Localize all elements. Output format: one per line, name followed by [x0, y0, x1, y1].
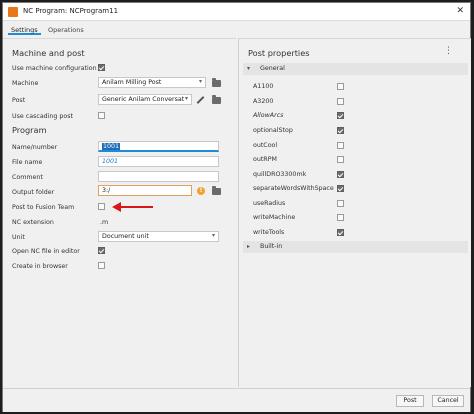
title-bar: NC Program: NCProgram11 ✕: [3, 3, 470, 21]
output-folder-input[interactable]: 3:/: [98, 185, 192, 196]
post-button[interactable]: Post: [396, 395, 424, 407]
chevron-down-icon: ▾: [247, 65, 251, 72]
prop-label-quilldro3300mk: quillDRO3300mk: [253, 171, 307, 178]
post-properties-heading: Post properties: [248, 48, 310, 58]
info-icon: !: [197, 187, 205, 195]
window-title: NC Program: NCProgram11: [23, 7, 119, 15]
unit-value: Document unit: [102, 233, 149, 240]
prop-label-separatewordswithspace: separateWordsWithSpace: [253, 185, 334, 192]
prop-checkbox-outcool[interactable]: [337, 142, 344, 149]
comment-label: Comment: [12, 174, 43, 181]
post-select[interactable]: Generic Anilam Conversat ▾: [98, 94, 192, 105]
output-folder-label: Output folder: [12, 189, 55, 196]
prop-label-useradius: useRadius: [253, 200, 286, 207]
post-label: Post: [12, 97, 26, 104]
prop-label-outcool: outCool: [253, 142, 278, 149]
prop-checkbox-allowarcs[interactable]: [337, 112, 344, 119]
machine-and-post-heading: Machine and post: [12, 48, 85, 58]
tab-bar: Settings Operations: [3, 23, 470, 36]
machine-value: Anilam Milling Post: [102, 79, 162, 86]
unit-label: Unit: [12, 234, 25, 241]
use-machine-configuration-label: Use machine configuration: [12, 65, 97, 72]
prop-checkbox-a1100[interactable]: [337, 83, 344, 90]
prop-label-writemachine: writeMachine: [253, 214, 296, 221]
prop-checkbox-quilldro3300mk[interactable]: [337, 171, 344, 178]
group-built-in-label: Built-in: [260, 243, 283, 250]
group-built-in[interactable]: ▸ Built-in: [243, 241, 468, 253]
nc-extension-label: NC extension: [12, 219, 54, 226]
folder-icon[interactable]: [212, 78, 221, 87]
open-nc-file-in-editor-label: Open NC file in editor: [12, 248, 80, 255]
post-to-fusion-team-label: Post to Fusion Team: [12, 204, 75, 211]
name-number-input[interactable]: 1001: [98, 141, 219, 152]
prop-label-writetools: writeTools: [253, 229, 285, 236]
prop-label-a1100: A1100: [253, 83, 274, 90]
program-heading: Program: [12, 125, 47, 135]
post-properties-panel: Post properties ⋮ ▾ General A1100 A3200 …: [238, 38, 471, 387]
chevron-down-icon: ▾: [184, 95, 188, 102]
create-in-browser-checkbox[interactable]: [98, 262, 105, 269]
file-name-input[interactable]: 1001: [98, 156, 219, 167]
nc-extension-value: .m: [100, 219, 109, 226]
close-icon[interactable]: ✕: [456, 6, 464, 16]
tab-operations[interactable]: Operations: [45, 24, 87, 35]
open-nc-file-in-editor-checkbox[interactable]: [98, 247, 105, 254]
prop-label-a3200: A3200: [253, 98, 274, 105]
comment-input[interactable]: [98, 171, 219, 182]
prop-label-outrpm: outRPM: [253, 156, 277, 163]
prop-label-optionalstop: optionalStop: [253, 127, 293, 134]
post-value: Generic Anilam Conversat: [102, 96, 185, 103]
annotation-arrow-line: [119, 206, 153, 208]
folder-icon[interactable]: [212, 95, 221, 104]
post-to-fusion-team-checkbox[interactable]: [98, 203, 105, 210]
output-folder-value: 3:/: [102, 187, 111, 194]
machine-label: Machine: [12, 80, 39, 87]
cancel-button[interactable]: Cancel: [432, 395, 464, 407]
create-in-browser-label: Create in browser: [12, 263, 68, 270]
use-cascading-post-label: Use cascading post: [12, 113, 74, 120]
folder-icon[interactable]: [212, 186, 221, 195]
name-number-label: Name/number: [12, 144, 58, 151]
tab-settings[interactable]: Settings: [8, 24, 41, 35]
nc-program-icon: [8, 7, 18, 17]
file-name-label: File name: [12, 159, 43, 166]
nc-program-dialog: NC Program: NCProgram11 ✕ Settings Opera…: [2, 2, 471, 412]
prop-checkbox-a3200[interactable]: [337, 98, 344, 105]
group-general[interactable]: ▾ General: [243, 63, 468, 75]
prop-checkbox-writemachine[interactable]: [337, 214, 344, 221]
prop-checkbox-separatewordswithspace[interactable]: [337, 185, 344, 192]
name-number-value: 1001: [102, 143, 121, 150]
chevron-down-icon: ▾: [211, 232, 215, 239]
machine-select[interactable]: Anilam Milling Post ▾: [98, 77, 206, 88]
prop-checkbox-useradius[interactable]: [337, 200, 344, 207]
kebab-menu-icon[interactable]: ⋮: [444, 46, 453, 56]
group-general-label: General: [260, 65, 285, 72]
use-machine-configuration-checkbox[interactable]: [98, 64, 105, 71]
prop-checkbox-optionalstop[interactable]: [337, 127, 344, 134]
prop-label-allowarcs: AllowArcs: [253, 112, 284, 119]
pencil-icon[interactable]: [196, 96, 205, 104]
dialog-footer: Post Cancel: [3, 388, 470, 412]
use-cascading-post-checkbox[interactable]: [98, 112, 105, 119]
settings-panel: Machine and post Use machine configurati…: [3, 38, 236, 387]
prop-checkbox-writetools[interactable]: [337, 229, 344, 236]
prop-checkbox-outrpm[interactable]: [337, 156, 344, 163]
file-name-value: 1001: [102, 158, 119, 165]
chevron-right-icon: ▸: [247, 243, 251, 250]
chevron-down-icon: ▾: [198, 78, 202, 85]
unit-select[interactable]: Document unit ▾: [98, 231, 219, 242]
